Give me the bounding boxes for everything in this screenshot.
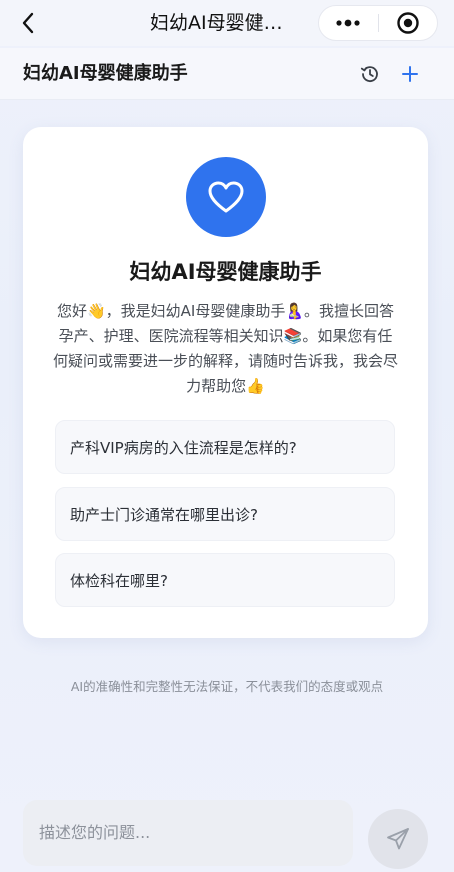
- welcome-card: 妇幼AI母婴健康助手 您好👋，我是妇幼AI母婴健康助手🤱。我擅长回答孕产、护理、…: [23, 127, 428, 638]
- card-title: 妇幼AI母婴健康助手: [129, 260, 322, 284]
- mini-program-capsule: [318, 5, 438, 41]
- more-dots-icon: [336, 19, 360, 27]
- app-header: 妇幼AI母婴健康助手: [0, 48, 454, 100]
- ai-disclaimer: AI的准确性和完整性无法保证，不代表我们的态度或观点: [70, 679, 384, 694]
- suggested-question[interactable]: 体检科在哪里?: [55, 553, 395, 607]
- chevron-left-icon: [22, 12, 34, 34]
- send-button[interactable]: [368, 809, 428, 869]
- send-icon: [387, 828, 409, 850]
- top-nav-bar: 妇幼AI母婴健…: [0, 0, 454, 46]
- close-program-button[interactable]: [378, 6, 437, 40]
- back-button[interactable]: [14, 9, 42, 37]
- app-title: 妇幼AI母婴健康助手: [23, 63, 188, 84]
- assistant-avatar: [186, 157, 266, 237]
- new-chat-button[interactable]: [398, 62, 422, 86]
- suggested-question[interactable]: 助产士门诊通常在哪里出诊?: [55, 487, 395, 541]
- suggested-question[interactable]: 产科VIP病房的入住流程是怎样的?: [55, 420, 395, 474]
- greeting-text: 您好👋，我是妇幼AI母婴健康助手🤱。我擅长回答孕产、护理、医院流程等相关知识📚。…: [53, 302, 399, 395]
- heart-icon: [208, 181, 244, 213]
- history-icon: [360, 66, 378, 82]
- plus-icon: [402, 66, 418, 82]
- nav-title: 妇幼AI母婴健…: [150, 12, 283, 34]
- question-input[interactable]: 描述您的问题...: [23, 800, 353, 866]
- history-button[interactable]: [358, 62, 382, 86]
- target-icon: [397, 12, 419, 34]
- more-button[interactable]: [319, 6, 378, 40]
